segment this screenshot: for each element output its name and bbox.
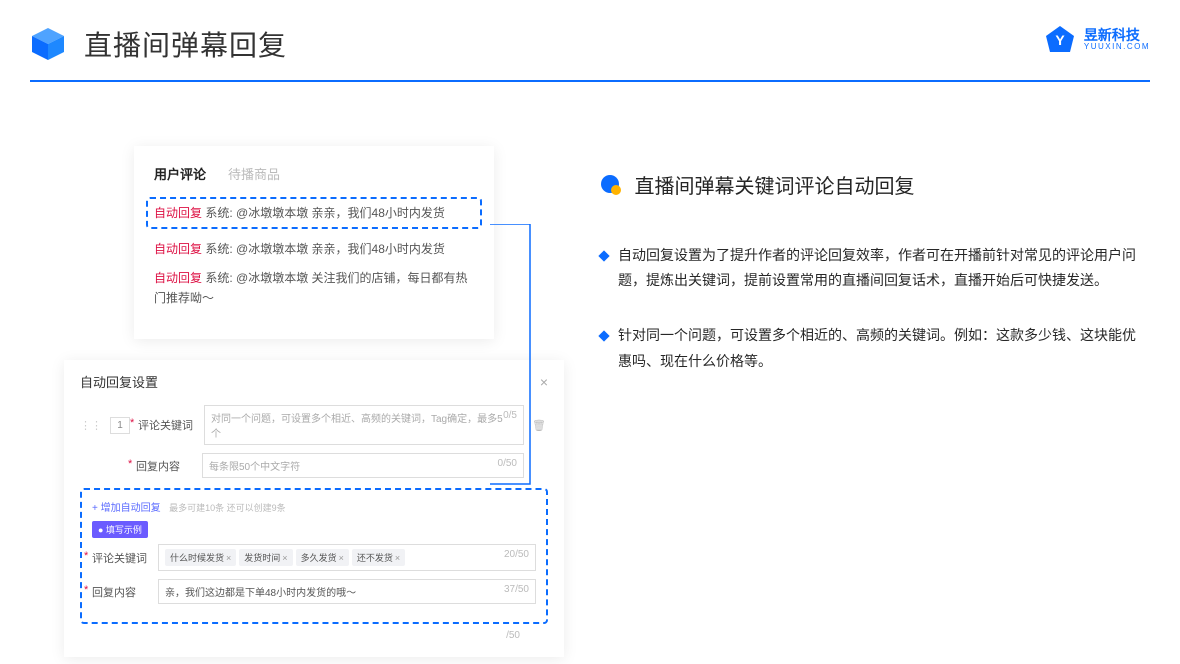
keyword-tag[interactable]: 还不发货×: [352, 549, 405, 566]
example-box: + 增加自动回复 最多可建10条 还可以创建9条 ● 填写示例 评论关键词 什么…: [80, 488, 548, 624]
keyword-tag[interactable]: 发货时间×: [239, 549, 292, 566]
comment-text: 系统: @冰墩墩本墩 亲亲，我们48小时内发货: [202, 206, 445, 220]
add-auto-reply-link[interactable]: + 增加自动回复: [92, 499, 161, 514]
settings-panel: 自动回复设置 × ⋮⋮ 1 评论关键词 对同一个问题，可设置多个相近、高频的关键…: [64, 360, 564, 657]
page-title: 直播间弹幕回复: [84, 24, 287, 64]
keyword-input[interactable]: 对同一个问题，可设置多个相近、高频的关键词，Tag确定，最多5个 0/5: [204, 405, 524, 445]
ex-keyword-input[interactable]: 什么时候发货×发货时间×多久发货×还不发货× 20/50: [158, 544, 536, 571]
bullet-text: 自动回复设置为了提升作者的评论回复效率，作者可在开播前针对常见的评论用户问题，提…: [618, 243, 1140, 293]
ex-reply-label: 回复内容: [92, 584, 150, 600]
reply-label: 回复内容: [136, 458, 194, 474]
bullet-text: 针对同一个问题，可设置多个相近的、高频的关键词。例如：这款多少钱、这块能优惠吗、…: [618, 323, 1140, 373]
reply-input[interactable]: 每条限50个中文字符 0/50: [202, 453, 524, 478]
ex-keyword-label: 评论关键词: [92, 550, 150, 566]
brand-name-en: YUUXIN.COM: [1084, 43, 1150, 52]
extra-count: /50: [80, 630, 548, 641]
highlighted-comment: 自动回复 系统: @冰墩墩本墩 亲亲，我们48小时内发货: [146, 197, 482, 229]
ex-reply-input[interactable]: 亲，我们这边都是下单48小时内发货的哦～ 37/50: [158, 579, 536, 604]
keyword-label: 评论关键词: [138, 417, 196, 433]
diamond-icon: [598, 250, 609, 261]
tab-user-comments[interactable]: 用户评论: [154, 164, 206, 183]
auto-reply-badge: 自动回复: [154, 242, 202, 256]
bullet-item: 自动回复设置为了提升作者的评论回复效率，作者可在开播前针对常见的评论用户问题，提…: [600, 243, 1140, 293]
auto-reply-badge: 自动回复: [154, 206, 202, 220]
comment-text: 系统: @冰墩墩本墩 亲亲，我们48小时内发货: [202, 242, 445, 256]
settings-title: 自动回复设置: [80, 372, 158, 391]
diamond-icon: [598, 331, 609, 342]
example-pill: ● 填写示例: [92, 521, 148, 538]
bullet-item: 针对同一个问题，可设置多个相近的、高频的关键词。例如：这款多少钱、这块能优惠吗、…: [600, 323, 1140, 373]
logo-cube-icon: [30, 26, 66, 62]
tab-pending-products[interactable]: 待播商品: [228, 164, 280, 183]
comment-text: 系统: @冰墩墩本墩 关注我们的店铺，每日都有热门推荐呦～: [154, 271, 468, 305]
brand-logo: Y 昱新科技 YUUXIN.COM: [1044, 24, 1150, 56]
add-limit-note: 最多可建10条 还可以创建9条: [169, 503, 286, 513]
bubble-icon: [600, 174, 622, 196]
brand-name-cn: 昱新科技: [1084, 28, 1150, 43]
keyword-tag[interactable]: 什么时候发货×: [165, 549, 236, 566]
auto-reply-badge: 自动回复: [154, 271, 202, 285]
brand-icon: Y: [1044, 24, 1076, 56]
drag-handle-icon[interactable]: ⋮⋮: [80, 419, 102, 432]
keyword-tag[interactable]: 多久发货×: [296, 549, 349, 566]
connector-line: [490, 224, 590, 584]
rule-number: 1: [110, 417, 130, 434]
header-divider: [30, 80, 1150, 82]
comments-panel: 用户评论 待播商品 自动回复 系统: @冰墩墩本墩 亲亲，我们48小时内发货 自…: [134, 146, 494, 339]
svg-text:Y: Y: [1055, 32, 1065, 48]
section-subtitle: 直播间弹幕关键词评论自动回复: [634, 176, 914, 198]
